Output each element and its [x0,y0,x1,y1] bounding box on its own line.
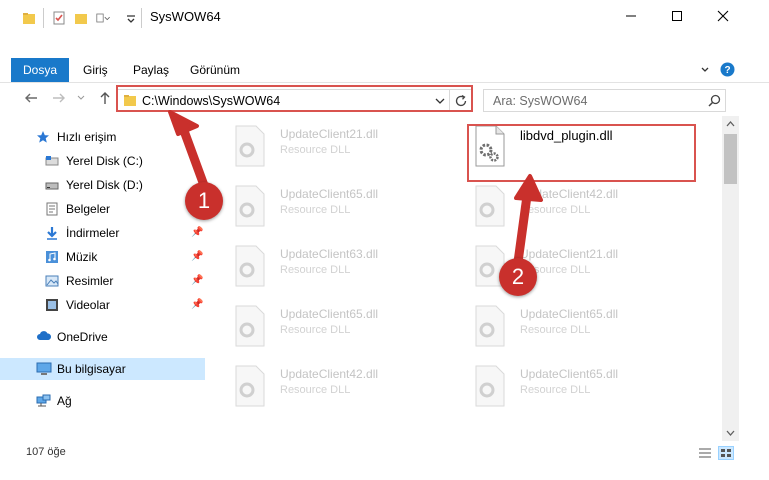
step-badge-2: 2 [499,258,537,296]
arrow-1 [168,110,210,193]
arrow-2 [513,174,543,267]
step-badge-1: 1 [185,182,223,220]
annotation-arrows [168,110,543,267]
